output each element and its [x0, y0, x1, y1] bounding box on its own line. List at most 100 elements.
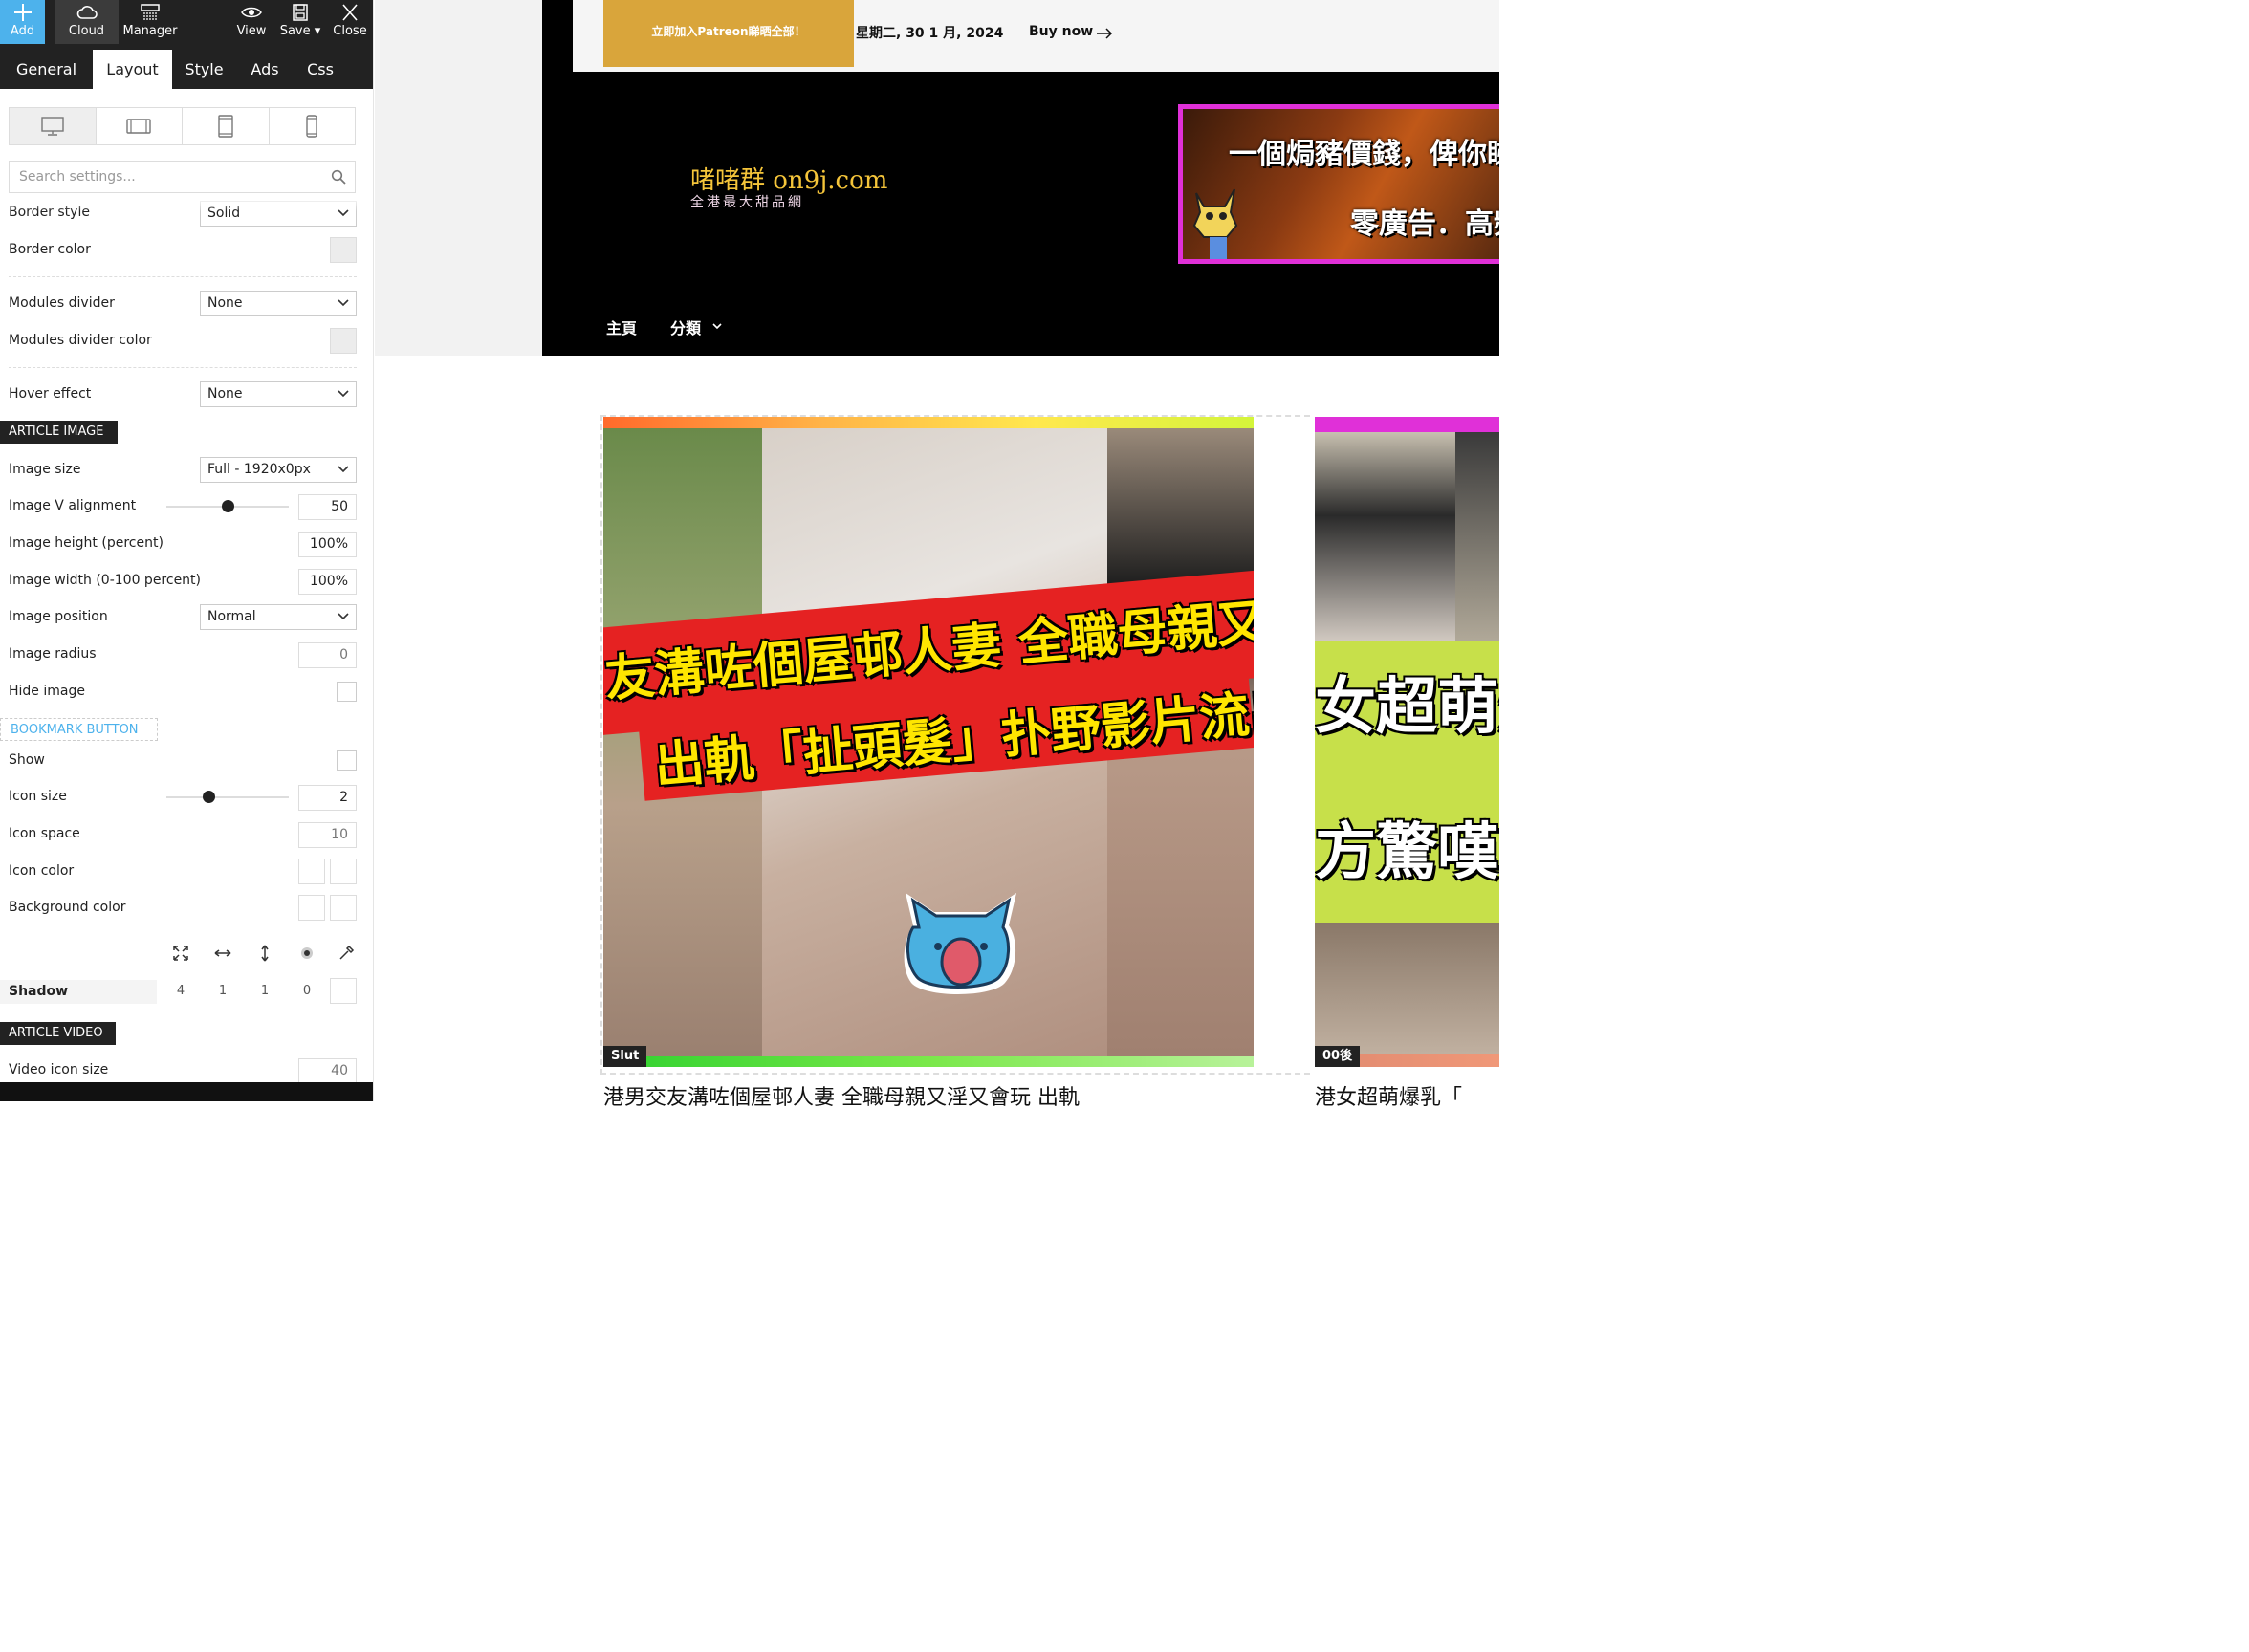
border-color-swatch[interactable] — [330, 237, 357, 263]
save-label: Save ▾ — [279, 24, 321, 38]
image-panel — [1315, 923, 1499, 1054]
category-tag[interactable]: 00後 — [1315, 1046, 1361, 1067]
banner-headline: 一個焗豬價錢，俾你睇晒香 — [1229, 138, 1499, 171]
image-caption-line2: 方驚嘆： — [1315, 817, 1499, 888]
image-width-input[interactable]: 100% — [298, 569, 357, 595]
icon-color-label: Icon color — [9, 863, 75, 879]
background-hover-color-swatch[interactable] — [330, 895, 357, 921]
background-color-label: Background color — [9, 900, 126, 915]
article-title[interactable]: 港男交友溝咗個屋邨人妻 全職母親又淫又會玩 出軌 — [603, 1080, 1080, 1111]
background-color-swatch[interactable] — [298, 895, 325, 921]
tab-style[interactable]: Style — [175, 50, 233, 89]
phone-icon — [306, 115, 317, 138]
border-color-label: Border color — [9, 242, 91, 257]
icon-color-swatch[interactable] — [298, 859, 325, 884]
manager-button[interactable]: Manager — [120, 0, 180, 44]
chevron-down-icon — [338, 466, 349, 473]
search-icon — [331, 169, 346, 185]
floppy-icon — [293, 4, 308, 21]
cloud-label: Cloud — [68, 24, 105, 38]
hide-image-checkbox[interactable] — [337, 682, 357, 702]
tablet-portrait-icon — [218, 115, 233, 138]
category-tag[interactable]: Slut — [603, 1046, 647, 1067]
icon-size-input[interactable]: 2 — [298, 785, 357, 811]
image-v-alignment-slider[interactable] — [166, 500, 289, 512]
buy-now-link[interactable]: Buy now — [1029, 24, 1093, 39]
video-icon-size-input[interactable]: 40 — [298, 1058, 357, 1084]
tablet-landscape-icon — [126, 119, 151, 134]
icon-space-input[interactable]: 10 — [298, 822, 357, 848]
shadow-color-swatch[interactable] — [330, 978, 357, 1004]
section-divider — [9, 276, 357, 277]
tab-general[interactable]: General — [0, 50, 93, 89]
patreon-button[interactable]: 立即加入Patreon睇晒全部！ — [603, 0, 854, 67]
modules-divider-color-label: Modules divider color — [9, 333, 152, 348]
tablet-portrait-button[interactable] — [183, 108, 270, 144]
tab-ads[interactable]: Ads — [241, 50, 289, 89]
horizontal-arrows-icon — [214, 949, 231, 957]
view-button[interactable]: View — [231, 0, 272, 44]
image-caption-line1: 女超萌爆 — [1315, 672, 1499, 743]
editor-toolbar: Add Cloud Manager View Save ▾ Close — [0, 0, 373, 44]
cat-sticker-icon — [904, 893, 1016, 994]
modules-divider-value: None — [207, 295, 243, 311]
hover-effect-select[interactable]: None — [200, 381, 357, 407]
image-radius-input[interactable]: 0 — [298, 642, 357, 668]
nav-categories[interactable]: 分類 — [670, 315, 701, 338]
arrow-right-icon — [1097, 28, 1113, 39]
image-size-label: Image size — [9, 462, 81, 477]
bookmark-button-heading: BOOKMARK BUTTON — [0, 718, 158, 741]
phone-button[interactable] — [270, 108, 356, 144]
icon-hover-color-swatch[interactable] — [330, 859, 357, 884]
hide-image-label: Hide image — [9, 684, 85, 699]
image-width-label: Image width (0-100 percent) — [9, 573, 202, 588]
tab-css[interactable]: Css — [296, 50, 344, 89]
preview-gutter — [375, 0, 542, 356]
save-button[interactable]: Save ▾ — [277, 0, 323, 44]
show-label: Show — [9, 752, 45, 768]
image-position-select[interactable]: Normal — [200, 604, 357, 630]
panel-footer — [0, 1082, 373, 1101]
show-checkbox[interactable] — [337, 750, 357, 771]
shadow-offset-x-value[interactable]: 1 — [213, 984, 232, 998]
shadow-offset-y-value[interactable]: 1 — [255, 984, 274, 998]
scroll-fade — [0, 196, 373, 211]
banner-subline: 零廣告．高頻 — [1350, 207, 1499, 241]
image-radius-label: Image radius — [9, 646, 97, 662]
chevron-down-icon — [338, 299, 349, 307]
add-button[interactable]: Add — [0, 0, 45, 44]
slider-handle[interactable] — [203, 791, 215, 803]
settings-panel: Add Cloud Manager View Save ▾ Close Gene… — [0, 0, 374, 1101]
search-input[interactable] — [9, 161, 356, 193]
desktop-icon — [41, 117, 64, 136]
nav-home[interactable]: 主頁 — [606, 315, 637, 338]
image-height-input[interactable]: 100% — [298, 532, 357, 557]
image-v-alignment-input[interactable]: 50 — [298, 494, 357, 520]
site-logo[interactable]: 啫啫群 on9j.com — [690, 161, 887, 196]
image-size-select[interactable]: Full - 1920x0px — [200, 457, 357, 483]
ad-banner[interactable]: 一個焗豬價錢，俾你睇晒香 零廣告．高頻 — [1178, 104, 1499, 264]
image-panel — [1315, 432, 1455, 641]
modules-divider-select[interactable]: None — [200, 291, 357, 316]
article-image[interactable]: 友溝咗個屋邨人妻 全職母親又淫 出軌「扯頭髮」扑野影片流出 — [603, 428, 1254, 1056]
image-size-value: Full - 1920x0px — [207, 462, 311, 477]
shadow-spread-value[interactable]: 0 — [297, 984, 317, 998]
slider-handle[interactable] — [222, 500, 234, 512]
modules-divider-color-swatch[interactable] — [330, 328, 357, 354]
shadow-size-value[interactable]: 4 — [171, 984, 190, 998]
manager-label: Manager — [122, 24, 178, 38]
hover-effect-value: None — [207, 386, 243, 402]
eyedropper-icon — [339, 945, 355, 960]
tablet-landscape-button[interactable] — [97, 108, 183, 144]
desktop-button[interactable] — [10, 108, 97, 144]
article-image[interactable]: 女超萌爆 方驚嘆： — [1315, 432, 1499, 1054]
close-button[interactable]: Close — [329, 0, 371, 44]
cloud-button[interactable]: Cloud — [55, 0, 119, 44]
tab-layout[interactable]: Layout — [93, 50, 172, 89]
article-title[interactable]: 港女超萌爆乳「 — [1315, 1080, 1462, 1111]
icon-size-slider[interactable] — [166, 791, 289, 803]
image-position-label: Image position — [9, 609, 108, 624]
current-date: 星期二, 30 1 月, 2024 — [856, 26, 1004, 41]
image-position-value: Normal — [207, 609, 256, 624]
vertical-arrows-icon — [261, 945, 269, 962]
